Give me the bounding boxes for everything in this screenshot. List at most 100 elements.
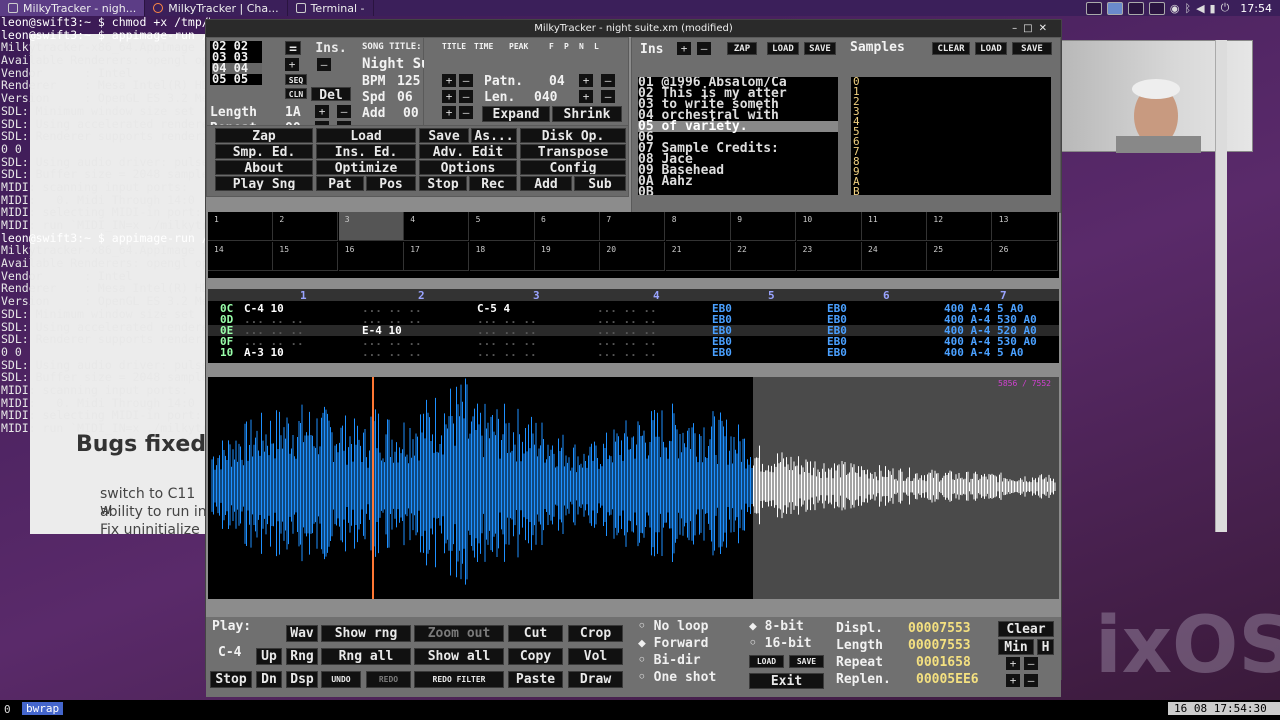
- len-plus-button[interactable]: +: [579, 90, 593, 103]
- add-minus-button[interactable]: –: [459, 106, 473, 119]
- network-icon[interactable]: ◉: [1170, 2, 1180, 15]
- bluetooth-icon[interactable]: ᛒ: [1184, 2, 1191, 15]
- channel-scope[interactable]: 9: [731, 212, 797, 241]
- channel-scope[interactable]: 7: [600, 212, 666, 241]
- bpm-minus-button[interactable]: –: [459, 74, 473, 87]
- del-button[interactable]: Del: [311, 87, 351, 101]
- channel-scope[interactable]: 25: [927, 242, 993, 271]
- channel-scope[interactable]: 26: [992, 242, 1058, 271]
- replen-minus-button[interactable]: –: [1024, 674, 1038, 687]
- clear-button[interactable]: Clear: [998, 621, 1054, 637]
- pattern-cell[interactable]: EB0: [827, 347, 847, 358]
- crop-button[interactable]: Crop: [568, 625, 623, 642]
- bits-option[interactable]: ◆ 8-bit: [749, 619, 804, 634]
- cut-button[interactable]: Cut: [508, 625, 563, 642]
- volume-icon[interactable]: ◀: [1196, 2, 1204, 15]
- l-tab[interactable]: L: [594, 42, 599, 51]
- advanced-edit-button[interactable]: Adv. Edit: [419, 144, 517, 159]
- zoom-out-button[interactable]: Zoom out: [414, 625, 504, 642]
- channel-scope[interactable]: 12: [927, 212, 993, 241]
- range-button[interactable]: Rng: [286, 648, 318, 665]
- channel-scope[interactable]: 18: [469, 242, 535, 271]
- pattern-editor[interactable]: 1234567 0C C-4 10... .. .. C-5 4... .. .. E…: [208, 289, 1059, 363]
- order-plus-button[interactable]: +: [285, 58, 299, 71]
- repeat-plus-button[interactable]: +: [1006, 657, 1020, 670]
- channel-scope[interactable]: 8: [665, 212, 731, 241]
- wav-button[interactable]: Wav: [286, 625, 318, 642]
- channel-scope[interactable]: 5: [469, 212, 535, 241]
- channel-scope[interactable]: 15: [273, 242, 339, 271]
- play-position-button[interactable]: Pos: [366, 176, 416, 191]
- order-list[interactable]: 02 02 03 03 04 04 05 05: [210, 40, 262, 85]
- channel-scope[interactable]: 4: [404, 212, 470, 241]
- taskbar-tab-milkytracker[interactable]: MilkyTracker - nigh...: [0, 0, 146, 16]
- loop-option[interactable]: ◦ No loop: [638, 619, 708, 634]
- min-button[interactable]: Min: [998, 639, 1034, 655]
- ins-plus-button[interactable]: +: [677, 42, 691, 55]
- patn-plus-button[interactable]: +: [579, 74, 593, 87]
- exit-button[interactable]: Exit: [749, 673, 824, 689]
- order-minus-button[interactable]: –: [317, 58, 331, 71]
- sample-list[interactable]: 0123456789AB: [851, 76, 1051, 197]
- play-note[interactable]: C-4: [218, 645, 241, 660]
- sample-item[interactable]: 6: [851, 136, 1051, 147]
- tray-icon[interactable]: [1106, 1, 1123, 15]
- n-tab[interactable]: N: [579, 42, 584, 51]
- pattern-cell[interactable]: 400 A-4 5 A0: [944, 347, 1023, 358]
- patn-minus-button[interactable]: –: [601, 74, 615, 87]
- pattern-row[interactable]: 10 A-3 10 ... .. .. ... .. .. ... .. .. EB0 EB…: [208, 347, 1059, 358]
- repeat-minus-button[interactable]: –: [1024, 657, 1038, 670]
- down-button[interactable]: Dn: [256, 671, 282, 688]
- sample-editor-button[interactable]: Smp. Ed.: [215, 144, 313, 159]
- ins-load-button[interactable]: LOAD: [767, 42, 799, 55]
- channel-scope[interactable]: 3: [338, 212, 404, 241]
- length-minus-button[interactable]: –: [337, 105, 351, 118]
- zap-button[interactable]: Zap: [215, 128, 313, 143]
- show-all-button[interactable]: Show all: [414, 648, 504, 665]
- sample-item[interactable]: A: [851, 176, 1051, 187]
- taskbar-tab-browser[interactable]: MilkyTracker | Cha...: [145, 0, 288, 16]
- sample-item[interactable]: 9: [851, 166, 1051, 177]
- ins-minus-button[interactable]: –: [697, 42, 711, 55]
- sample-item[interactable]: 8: [851, 156, 1051, 167]
- pattern-channel-number[interactable]: 6: [883, 289, 890, 302]
- disk-op-button[interactable]: Disk Op.: [520, 128, 626, 143]
- samples-save-button[interactable]: SAVE: [1012, 42, 1052, 55]
- tray-icon[interactable]: [1148, 1, 1165, 15]
- order-add-button[interactable]: =: [285, 41, 301, 55]
- channel-scope[interactable]: 14: [208, 242, 273, 271]
- config-button[interactable]: Config: [520, 160, 626, 175]
- undo-button[interactable]: UNDO: [321, 671, 361, 688]
- spd-minus-button[interactable]: –: [459, 90, 473, 103]
- instrument-editor-button[interactable]: Ins. Ed.: [316, 144, 416, 159]
- pattern-cell[interactable]: EB0: [712, 347, 732, 358]
- seq-button[interactable]: SEQ: [285, 74, 307, 85]
- loop-option[interactable]: ◆ Forward: [638, 636, 708, 651]
- draw-button[interactable]: Draw: [568, 671, 623, 688]
- f-tab[interactable]: F: [549, 42, 554, 51]
- channel-scope[interactable]: 2: [273, 212, 339, 241]
- instrument-item[interactable]: 05 of variety.: [638, 120, 838, 133]
- pattern-channel-number[interactable]: 1: [300, 289, 307, 302]
- channel-scope[interactable]: 11: [862, 212, 927, 241]
- pattern-channel-number[interactable]: 5: [768, 289, 775, 302]
- sample-item[interactable]: 5: [851, 126, 1051, 137]
- save-as-button[interactable]: As...: [471, 128, 517, 143]
- display-button[interactable]: Dsp: [286, 671, 318, 688]
- sample-item[interactable]: 3: [851, 106, 1051, 117]
- play-song-button[interactable]: Play Sng: [215, 176, 313, 191]
- sample-item[interactable]: 1: [851, 86, 1051, 97]
- channel-scope[interactable]: 20: [600, 242, 666, 271]
- sample-item[interactable]: 2: [851, 96, 1051, 107]
- save-button[interactable]: Save: [419, 128, 469, 143]
- spd-plus-button[interactable]: +: [442, 90, 456, 103]
- tray-icon[interactable]: [1127, 1, 1144, 15]
- length-plus-button[interactable]: +: [315, 105, 329, 118]
- workspace-indicator[interactable]: 0: [4, 703, 11, 716]
- power-icon[interactable]: ⏻: [1221, 1, 1230, 15]
- range-all-button[interactable]: Rng all: [321, 648, 411, 665]
- channel-scope[interactable]: 21: [665, 242, 731, 271]
- redo-filter-button[interactable]: REDO FILTER: [414, 671, 504, 688]
- stop-button[interactable]: Stop: [419, 176, 467, 191]
- p-tab[interactable]: P: [564, 42, 569, 51]
